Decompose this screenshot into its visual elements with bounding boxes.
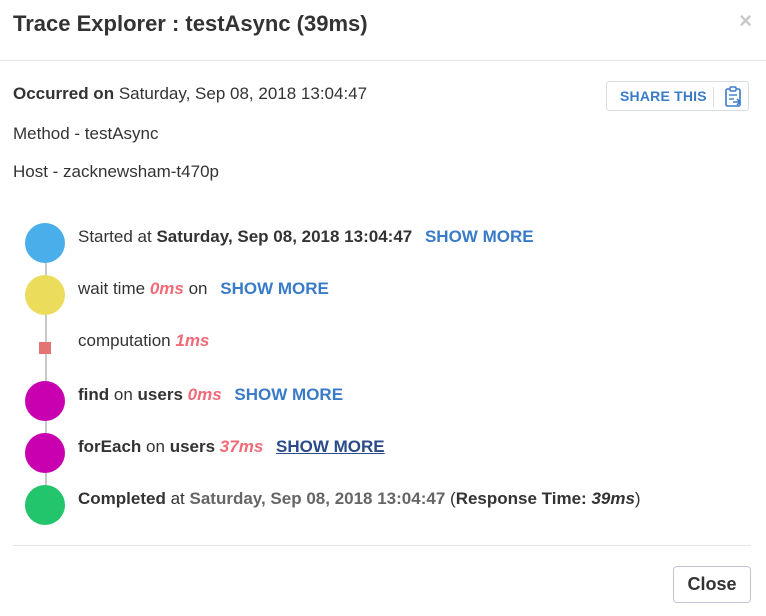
started-prefix: Started at bbox=[78, 227, 152, 246]
occurred-value: Saturday, Sep 08, 2018 13:04:47 bbox=[118, 84, 368, 103]
close-button[interactable]: Close bbox=[673, 566, 751, 603]
completed-time: Saturday, Sep 08, 2018 13:04:47 bbox=[189, 489, 446, 508]
timeline-row-started: Started at Saturday, Sep 08, 2018 13:04:… bbox=[78, 227, 534, 247]
modal-header: Trace Explorer : testAsync (39ms) × bbox=[0, 0, 766, 61]
share-this-label: SHARE THIS bbox=[620, 88, 707, 104]
trace-explorer-modal: Trace Explorer : testAsync (39ms) × Occu… bbox=[0, 0, 766, 616]
completed-mid: at bbox=[170, 489, 185, 508]
foreach-show-more-link[interactable]: SHOW MORE bbox=[276, 437, 385, 456]
close-icon[interactable]: × bbox=[739, 8, 752, 34]
wait-marker-icon bbox=[25, 275, 65, 315]
clipboard-share-icon bbox=[725, 86, 742, 107]
started-show-more-link[interactable]: SHOW MORE bbox=[425, 227, 534, 246]
response-time-value: 39ms bbox=[591, 489, 635, 508]
completed-label: Completed bbox=[78, 489, 166, 508]
occurred-label: Occurred on bbox=[13, 84, 115, 103]
computation-ms: 1ms bbox=[175, 331, 210, 350]
share-this-button[interactable]: SHARE THIS bbox=[606, 81, 749, 111]
share-divider bbox=[713, 87, 714, 107]
find-show-more-link[interactable]: SHOW MORE bbox=[234, 385, 343, 404]
wait-show-more-link[interactable]: SHOW MORE bbox=[220, 279, 329, 298]
timeline-row-wait: wait time 0ms on SHOW MORE bbox=[78, 279, 329, 299]
modal-title: Trace Explorer : testAsync (39ms) bbox=[13, 11, 368, 36]
completed-marker-icon bbox=[25, 485, 65, 525]
find-marker-icon bbox=[25, 381, 65, 421]
response-time-label: Response Time: bbox=[455, 489, 587, 508]
foreach-mid: on bbox=[146, 437, 165, 456]
computation-marker-icon bbox=[39, 342, 51, 354]
wait-ms: 0ms bbox=[149, 279, 184, 298]
timeline-row-completed: Completed at Saturday, Sep 08, 2018 13:0… bbox=[78, 489, 641, 509]
foreach-ms: 37ms bbox=[219, 437, 264, 456]
timeline-row-computation: computation 1ms bbox=[78, 331, 209, 351]
method-text: Method - testAsync bbox=[13, 124, 159, 143]
timeline-row-find: find on users 0ms SHOW MORE bbox=[78, 385, 343, 405]
foreach-op: forEach bbox=[78, 437, 142, 456]
completed-close-paren: ) bbox=[634, 489, 641, 508]
started-time: Saturday, Sep 08, 2018 13:04:47 bbox=[156, 227, 413, 246]
foreach-marker-icon bbox=[25, 433, 65, 473]
find-op: find bbox=[78, 385, 110, 404]
find-collection: users bbox=[137, 385, 183, 404]
wait-suffix: on bbox=[188, 279, 208, 298]
wait-prefix: wait time bbox=[78, 279, 146, 298]
host-text: Host - zacknewsham-t470p bbox=[13, 162, 219, 181]
timeline-row-foreach: forEach on users 37ms SHOW MORE bbox=[78, 437, 385, 457]
computation-prefix: computation bbox=[78, 331, 171, 350]
find-mid: on bbox=[113, 385, 133, 404]
start-marker-icon bbox=[25, 223, 65, 263]
find-ms: 0ms bbox=[187, 385, 222, 404]
occurred-on: Occurred on Saturday, Sep 08, 2018 13:04… bbox=[13, 84, 367, 104]
footer-divider bbox=[13, 545, 751, 546]
foreach-collection: users bbox=[169, 437, 216, 456]
